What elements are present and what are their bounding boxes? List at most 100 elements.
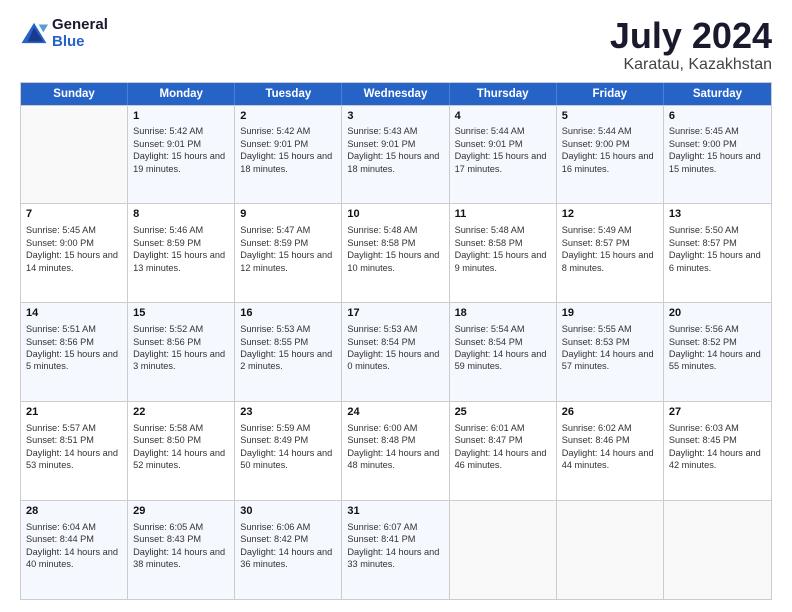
sunset-text: Sunset: 8:43 PM: [133, 533, 229, 545]
sunset-text: Sunset: 9:00 PM: [562, 138, 658, 150]
day-of-week-header: Sunday: [21, 83, 128, 105]
sunset-text: Sunset: 9:01 PM: [240, 138, 336, 150]
day-number: 12: [562, 207, 658, 222]
day-number: 4: [455, 109, 551, 124]
calendar-cell: 2Sunrise: 5:42 AMSunset: 9:01 PMDaylight…: [235, 106, 342, 204]
calendar-week-row: 7Sunrise: 5:45 AMSunset: 9:00 PMDaylight…: [21, 203, 771, 302]
sunrise-text: Sunrise: 5:42 AM: [240, 125, 336, 137]
day-number: 24: [347, 405, 443, 420]
sunset-text: Sunset: 9:01 PM: [455, 138, 551, 150]
day-number: 14: [26, 306, 122, 321]
sunset-text: Sunset: 8:56 PM: [26, 336, 122, 348]
sunrise-text: Sunrise: 5:52 AM: [133, 323, 229, 335]
daylight-text: Daylight: 15 hours and 15 minutes.: [669, 150, 766, 175]
title-block: July 2024 Karatau, Kazakhstan: [610, 16, 772, 74]
calendar-cell: 4Sunrise: 5:44 AMSunset: 9:01 PMDaylight…: [450, 106, 557, 204]
day-of-week-header: Saturday: [664, 83, 771, 105]
calendar-cell: 29Sunrise: 6:05 AMSunset: 8:43 PMDayligh…: [128, 501, 235, 599]
calendar-header: SundayMondayTuesdayWednesdayThursdayFrid…: [21, 83, 771, 105]
calendar-cell: 13Sunrise: 5:50 AMSunset: 8:57 PMDayligh…: [664, 204, 771, 302]
sunrise-text: Sunrise: 5:45 AM: [26, 224, 122, 236]
calendar-cell: 6Sunrise: 5:45 AMSunset: 9:00 PMDaylight…: [664, 106, 771, 204]
sunset-text: Sunset: 8:50 PM: [133, 434, 229, 446]
day-number: 29: [133, 504, 229, 519]
sunrise-text: Sunrise: 6:01 AM: [455, 422, 551, 434]
sunrise-text: Sunrise: 5:42 AM: [133, 125, 229, 137]
sunrise-text: Sunrise: 5:48 AM: [455, 224, 551, 236]
day-number: 2: [240, 109, 336, 124]
sunrise-text: Sunrise: 5:43 AM: [347, 125, 443, 137]
calendar-cell: 24 Sunrise: 6:00 AMSunset: 8:48 PMDayligh…: [342, 402, 449, 500]
header: General Blue July 2024 Karatau, Kazakhst…: [20, 16, 772, 74]
daylight-text: Daylight: 15 hours and 17 minutes.: [455, 150, 551, 175]
calendar-cell: 14Sunrise: 5:51 AMSunset: 8:56 PMDayligh…: [21, 303, 128, 401]
daylight-text: Daylight: 14 hours and 38 minutes.: [133, 546, 229, 571]
daylight-text: Daylight: 15 hours and 6 minutes.: [669, 249, 766, 274]
daylight-text: Daylight: 14 hours and 42 minutes.: [669, 447, 766, 472]
page: General Blue July 2024 Karatau, Kazakhst…: [0, 0, 792, 612]
day-number: 19: [562, 306, 658, 321]
day-number: 22: [133, 405, 229, 420]
sunrise-text: Sunrise: 5:47 AM: [240, 224, 336, 236]
calendar-cell: 18Sunrise: 5:54 AMSunset: 8:54 PMDayligh…: [450, 303, 557, 401]
daylight-text: Daylight: 14 hours and 33 minutes.: [347, 546, 443, 571]
day-number: 11: [455, 207, 551, 222]
day-number: 28: [26, 504, 122, 519]
calendar-cell: 21Sunrise: 5:57 AMSunset: 8:51 PMDayligh…: [21, 402, 128, 500]
calendar-cell: 12Sunrise: 5:49 AMSunset: 8:57 PMDayligh…: [557, 204, 664, 302]
sunrise-text: Sunrise: 5:44 AM: [455, 125, 551, 137]
calendar-cell: 7Sunrise: 5:45 AMSunset: 9:00 PMDaylight…: [21, 204, 128, 302]
sunrise-text: Sunrise: 5:48 AM: [347, 224, 443, 236]
calendar-cell: 3Sunrise: 5:43 AMSunset: 9:01 PMDaylight…: [342, 106, 449, 204]
calendar-cell: [557, 501, 664, 599]
calendar-cell: 17Sunrise: 5:53 AMSunset: 8:54 PMDayligh…: [342, 303, 449, 401]
calendar-cell: 26Sunrise: 6:02 AMSunset: 8:46 PMDayligh…: [557, 402, 664, 500]
daylight-text: Daylight: 14 hours and 55 minutes.: [669, 348, 766, 373]
calendar-cell: 11Sunrise: 5:48 AMSunset: 8:58 PMDayligh…: [450, 204, 557, 302]
calendar-week-row: 1Sunrise: 5:42 AMSunset: 9:01 PMDaylight…: [21, 105, 771, 204]
sunrise-text: Sunrise: 6:00 AM: [347, 422, 443, 434]
daylight-text: Daylight: 15 hours and 10 minutes.: [347, 249, 443, 274]
sunset-text: Sunset: 8:48 PM: [347, 434, 443, 446]
calendar-cell: [450, 501, 557, 599]
day-number: 6: [669, 109, 766, 124]
sunset-text: Sunset: 8:45 PM: [669, 434, 766, 446]
day-of-week-header: Thursday: [450, 83, 557, 105]
day-of-week-header: Tuesday: [235, 83, 342, 105]
day-number: 25: [455, 405, 551, 420]
sunrise-text: Sunrise: 5:50 AM: [669, 224, 766, 236]
sunrise-text: Sunrise: 6:07 AM: [347, 521, 443, 533]
daylight-text: Daylight: 15 hours and 18 minutes.: [347, 150, 443, 175]
sunset-text: Sunset: 8:58 PM: [347, 237, 443, 249]
daylight-text: Daylight: 15 hours and 18 minutes.: [240, 150, 336, 175]
daylight-text: Daylight: 15 hours and 12 minutes.: [240, 249, 336, 274]
sunrise-text: Sunrise: 6:06 AM: [240, 521, 336, 533]
daylight-text: Daylight: 14 hours and 46 minutes.: [455, 447, 551, 472]
sunrise-text: Sunrise: 5:59 AM: [240, 422, 336, 434]
logo-icon: [20, 21, 48, 45]
calendar-cell: 23Sunrise: 5:59 AMSunset: 8:49 PMDayligh…: [235, 402, 342, 500]
sunrise-text: Sunrise: 5:53 AM: [240, 323, 336, 335]
calendar-cell: 9Sunrise: 5:47 AMSunset: 8:59 PMDaylight…: [235, 204, 342, 302]
day-number: 16: [240, 306, 336, 321]
daylight-text: Daylight: 15 hours and 8 minutes.: [562, 249, 658, 274]
sunset-text: Sunset: 9:01 PM: [133, 138, 229, 150]
calendar-cell: 10Sunrise: 5:48 AMSunset: 8:58 PMDayligh…: [342, 204, 449, 302]
sunrise-text: Sunrise: 6:03 AM: [669, 422, 766, 434]
daylight-text: Daylight: 15 hours and 16 minutes.: [562, 150, 658, 175]
daylight-text: Daylight: 14 hours and 48 minutes.: [347, 447, 443, 472]
calendar-cell: 25Sunrise: 6:01 AMSunset: 8:47 PMDayligh…: [450, 402, 557, 500]
sunset-text: Sunset: 9:00 PM: [669, 138, 766, 150]
sunset-text: Sunset: 9:01 PM: [347, 138, 443, 150]
sunset-text: Sunset: 8:44 PM: [26, 533, 122, 545]
daylight-text: Daylight: 15 hours and 14 minutes.: [26, 249, 122, 274]
sunset-text: Sunset: 8:57 PM: [669, 237, 766, 249]
day-number: 5: [562, 109, 658, 124]
sunset-text: Sunset: 8:54 PM: [455, 336, 551, 348]
logo-text: General Blue: [52, 16, 108, 51]
daylight-text: Daylight: 15 hours and 5 minutes.: [26, 348, 122, 373]
day-number: 20: [669, 306, 766, 321]
daylight-text: Daylight: 14 hours and 59 minutes.: [455, 348, 551, 373]
calendar-week-row: 21Sunrise: 5:57 AMSunset: 8:51 PMDayligh…: [21, 401, 771, 500]
daylight-text: Daylight: 15 hours and 13 minutes.: [133, 249, 229, 274]
